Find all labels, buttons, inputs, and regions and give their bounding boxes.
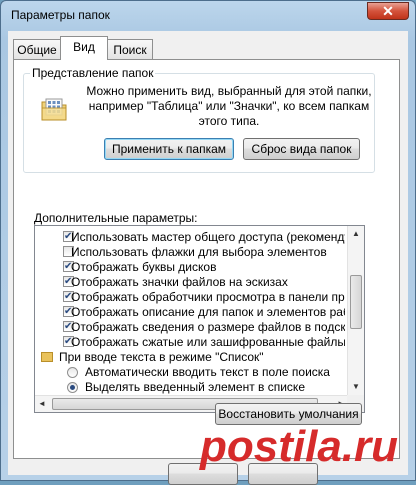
tab-general[interactable]: Общие	[13, 39, 61, 59]
postila-watermark: postila.ru	[199, 422, 398, 471]
folder-options-window: Параметры папок ✕ Общие Вид Поиск Предст…	[0, 0, 416, 485]
folder-view-group-label: Представление папок	[30, 66, 156, 80]
title-bar[interactable]: Параметры папок ✕	[1, 1, 415, 31]
list-item-label: Выделять введенный элемент в списке	[85, 380, 305, 394]
tab-search[interactable]: Поиск	[107, 39, 153, 59]
window-title: Параметры папок	[11, 8, 110, 22]
radio-button[interactable]	[67, 382, 78, 393]
scroll-up-arrow-icon[interactable]: ▲	[349, 226, 363, 242]
apply-to-folders-button[interactable]: Применить к папкам	[104, 138, 234, 160]
vertical-scroll-thumb[interactable]	[350, 275, 362, 329]
list-item[interactable]: Выделять введенный элемент в списке	[35, 379, 345, 396]
scroll-down-arrow-icon[interactable]: ▼	[349, 379, 363, 395]
dialog-client: Общие Вид Поиск Представление папок Можн…	[8, 31, 408, 485]
advanced-settings-list[interactable]: Использовать мастер общего доступа (реко…	[34, 225, 365, 413]
close-button[interactable]: ✕	[367, 2, 409, 20]
folder-icon	[41, 352, 53, 362]
watermark-text: postila.ru	[199, 422, 398, 471]
folder-view-group: Представление папок Можно применить вид,…	[23, 66, 375, 173]
tab-view[interactable]: Вид	[60, 36, 108, 60]
scroll-left-arrow-icon[interactable]: ◄	[35, 396, 49, 412]
reset-folders-button[interactable]: Сброс вида папок	[243, 138, 360, 160]
folder-view-icon	[41, 98, 67, 121]
close-icon: ✕	[382, 3, 394, 19]
advanced-settings-label: Дополнительные параметры:	[34, 211, 198, 225]
folder-view-description: Можно применить вид, выбранный для этой …	[86, 84, 372, 128]
vertical-scrollbar[interactable]: ▲ ▼	[347, 226, 364, 395]
radio-button[interactable]	[67, 367, 78, 378]
